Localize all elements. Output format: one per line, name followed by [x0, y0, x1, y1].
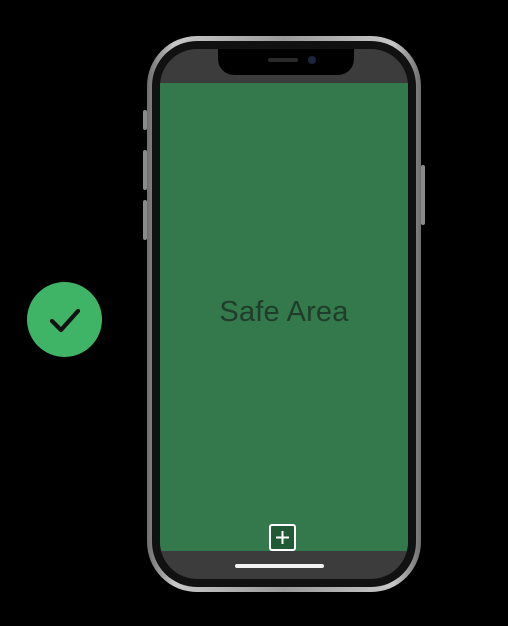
power-button — [421, 165, 425, 225]
home-indicator[interactable] — [235, 564, 324, 568]
phone-screen: Safe Area — [160, 49, 408, 579]
phone-bezel: Safe Area — [152, 41, 416, 587]
add-button[interactable] — [269, 524, 296, 551]
notch — [218, 49, 354, 75]
plus-icon — [276, 531, 289, 544]
check-badge — [27, 282, 102, 357]
safe-area: Safe Area — [160, 83, 408, 551]
speaker-grille — [268, 58, 298, 62]
phone-frame: Safe Area — [147, 36, 421, 592]
safe-area-label: Safe Area — [219, 296, 349, 328]
stage: Safe Area — [0, 0, 508, 626]
check-icon — [49, 308, 80, 332]
front-camera — [308, 56, 316, 64]
